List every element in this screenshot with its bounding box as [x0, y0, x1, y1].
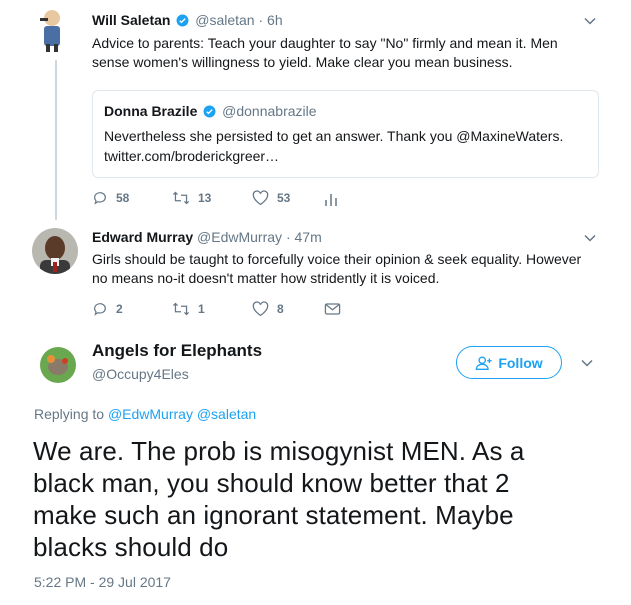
tweet1-header: Will Saletan @saletan · 6h	[92, 12, 283, 28]
retweet-icon	[172, 302, 190, 316]
retweet-count: 13	[198, 191, 212, 205]
tweet2-text-line-1: Girls should be taught to forcefully voi…	[92, 251, 582, 267]
retweet-button[interactable]: 13	[172, 190, 252, 206]
edward-murray-avatar[interactable]	[32, 228, 78, 274]
tweet1-text-line-2: sense women's willingness to yield. Make…	[92, 54, 513, 70]
tweet2-actions: 2 1 8	[92, 301, 349, 317]
main-timestamp[interactable]: 5:22 PM - 29 Jul 2017	[34, 574, 171, 590]
reply-button[interactable]: 58	[92, 190, 172, 206]
tweet1-author-name[interactable]: Will Saletan	[92, 12, 170, 28]
main-text-line-3: make such an ignorant statement. Maybe	[33, 500, 514, 530]
retweet-button[interactable]: 1	[172, 301, 252, 317]
like-count: 8	[277, 302, 284, 316]
verified-badge-icon	[203, 105, 216, 118]
main-author-handle[interactable]: @Occupy4Eles	[92, 366, 189, 382]
follow-user-icon	[476, 355, 492, 370]
will-saletan-avatar[interactable]	[34, 8, 70, 52]
retweet-count: 1	[198, 302, 205, 316]
follow-button-label: Follow	[498, 354, 543, 371]
main-text-line-4: blacks should do	[33, 532, 229, 562]
main-author-name[interactable]: Angels for Elephants	[92, 341, 262, 361]
tweet1-time[interactable]: 6h	[267, 12, 283, 28]
quote-text-line-2: twitter.com/broderickgreer…	[104, 148, 280, 164]
heart-icon	[252, 190, 269, 206]
direct-message-button[interactable]	[324, 302, 349, 316]
tweet2-time[interactable]: 47m	[295, 229, 322, 245]
replying-prefix: Replying to	[34, 406, 105, 422]
like-count: 53	[277, 191, 291, 205]
main-chevron-down-icon[interactable]	[580, 356, 594, 370]
angels-for-elephants-avatar[interactable]	[33, 337, 83, 387]
reply-icon	[94, 303, 106, 316]
tweet1-text-line-1: Advice to parents: Teach your daughter t…	[92, 35, 558, 51]
tweet2-author-name[interactable]: Edward Murray	[92, 229, 193, 245]
tweet1-separator: ·	[258, 12, 264, 28]
like-button[interactable]: 53	[252, 190, 324, 206]
reply-count: 58	[116, 191, 130, 205]
tweet2-chevron-down-icon[interactable]	[583, 231, 597, 245]
quoted-tweet[interactable]: Donna Brazile @donnabrazile Nevertheless…	[92, 90, 599, 178]
replying-to-users[interactable]: @EdwMurray @saletan	[108, 406, 256, 422]
heart-icon	[252, 301, 269, 317]
main-text-line-1: We are. The prob is misogynist MEN. As a	[33, 436, 525, 466]
reply-icon	[94, 192, 106, 205]
envelope-icon	[324, 303, 341, 315]
quote-author-name: Donna Brazile	[104, 103, 198, 119]
verified-badge-icon	[176, 14, 189, 27]
quote-header: Donna Brazile @donnabrazile	[104, 103, 317, 119]
analytics-icon	[325, 194, 337, 206]
main-text-line-2: black man, you should know better that 2	[33, 468, 510, 498]
tweet2-text-line-2: no means no-it doesn't matter how stride…	[92, 270, 440, 286]
tweet1-actions: 58 13 53	[92, 190, 346, 206]
tweet2-header: Edward Murray @EdwMurray · 47m	[92, 229, 322, 245]
replying-to: Replying to @EdwMurray @saletan	[34, 406, 256, 422]
thread-line-1	[55, 60, 57, 220]
quote-author-handle: @donnabrazile	[222, 103, 317, 119]
tweet2-separator: ·	[285, 229, 291, 245]
tweet2-author-handle[interactable]: @EdwMurray	[197, 229, 282, 245]
tweet1-chevron-down-icon[interactable]	[583, 14, 597, 28]
analytics-button[interactable]	[324, 190, 346, 206]
tweet1-author-handle[interactable]: @saletan	[195, 12, 254, 28]
like-button[interactable]: 8	[252, 301, 324, 317]
reply-count: 2	[116, 302, 123, 316]
follow-button[interactable]: Follow	[456, 346, 562, 379]
reply-button[interactable]: 2	[92, 301, 172, 317]
retweet-icon	[172, 191, 190, 205]
quote-text-line-1: Nevertheless she persisted to get an ans…	[104, 128, 564, 144]
